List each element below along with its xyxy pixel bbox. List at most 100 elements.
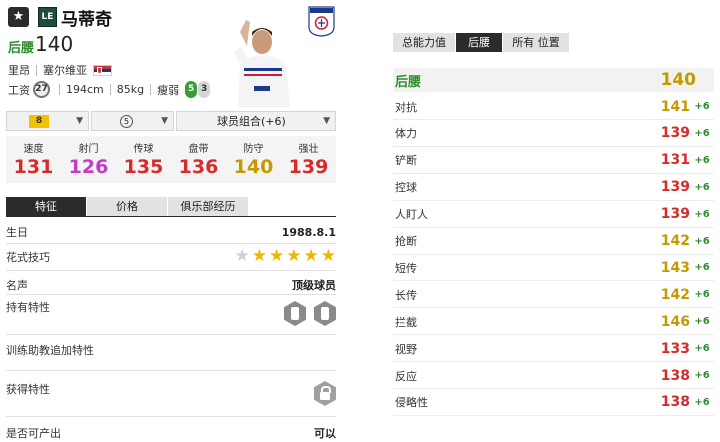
skill-moves-label: 花式技巧 (6, 250, 50, 264)
stat-name: 拦截 (395, 315, 417, 329)
stat-row: 体力 139 +6 (393, 121, 714, 147)
stat-value: 138 (660, 367, 690, 384)
trait-icon[interactable] (314, 301, 336, 326)
trait-icon[interactable] (284, 301, 306, 326)
stat-name: 体力 (395, 127, 417, 141)
star-icon: ★ (269, 246, 285, 266)
position-summary-name: 后腰 (395, 74, 422, 90)
stat-bonus: +6 (694, 343, 710, 355)
stat-value: 142 (660, 233, 690, 249)
divider (59, 84, 60, 95)
overall-rating: 140 (35, 32, 74, 56)
stat-row: 长传 142 +6 (393, 282, 714, 309)
skill-moves-row: 花式技巧 ★ ★ ★ ★ ★ ★ (6, 248, 336, 265)
main-stat: 防守 140 (226, 136, 281, 183)
producible-label: 是否可产出 (6, 427, 61, 440)
stat-value: 131 (660, 152, 690, 169)
tab-club-history[interactable]: 俱乐部经历 (168, 197, 248, 216)
star-icon: ★ (320, 246, 336, 266)
lock-icon[interactable] (314, 381, 336, 406)
main-stat-value: 136 (178, 156, 219, 178)
main-stat-value: 140 (233, 156, 274, 178)
stat-bonus: +6 (694, 154, 710, 166)
divider (6, 334, 336, 335)
main-stat-value: 135 (123, 156, 164, 178)
stat-row: 人盯人 139 +6 (393, 202, 714, 228)
main-stat: 传球 135 (116, 136, 171, 183)
divider (6, 416, 336, 417)
tab-underline (6, 216, 336, 217)
position-summary-value: 140 (660, 70, 697, 90)
enhance-level-selector[interactable]: 5 ▼ (91, 111, 174, 131)
tab-traits[interactable]: 特征 (6, 197, 86, 216)
stat-bonus: +6 (694, 316, 710, 328)
player-name: 马蒂奇 (61, 10, 112, 30)
star-icon: ★ (286, 246, 302, 266)
divider (6, 270, 336, 271)
divider (36, 64, 37, 76)
position-label: 后腰 (8, 41, 35, 56)
main-stat-label: 强壮 (298, 144, 319, 155)
main-stat: 射门 126 (61, 136, 116, 183)
stat-name: 短传 (395, 261, 417, 275)
stat-view-tabs: 总能力值 后腰 所有 位置 (393, 33, 570, 52)
grade-selector[interactable]: 8 ▼ (6, 111, 89, 131)
tab-price[interactable]: 价格 (87, 197, 167, 216)
main-stat-label: 传球 (133, 144, 154, 155)
tab-all-positions[interactable]: 所有 位置 (503, 33, 569, 52)
main-stat-label: 速度 (23, 144, 44, 155)
club-logo-icon (308, 6, 335, 37)
stat-name: 对抗 (395, 100, 417, 114)
tab-position[interactable]: 后腰 (456, 33, 502, 52)
stat-row: 侵略性 138 +6 (393, 390, 714, 416)
main-stat-label: 盘带 (188, 144, 209, 155)
traits-row: 持有特性 (6, 299, 336, 326)
physical-info-row: 工资 27 194cm 85kg 瘦弱 5 3 (8, 81, 211, 98)
star-icon: ★ (234, 246, 250, 266)
divider (6, 294, 336, 295)
player-portrait-image (230, 12, 292, 107)
stat-value: 138 (660, 394, 690, 411)
player-combo-selector[interactable]: 球员组合(+6) ▼ (176, 111, 336, 131)
producible-row: 是否可产出 可以 (6, 425, 336, 441)
stat-value: 143 (660, 259, 690, 276)
stat-bonus: +6 (694, 208, 710, 220)
birthday-row: 生日 1988.8.1 (6, 224, 336, 240)
coach-traits-label: 训练助教追加特性 (6, 344, 94, 357)
favorite-star-icon[interactable]: ★ (8, 7, 29, 27)
traits-label: 持有特性 (6, 301, 50, 314)
tab-total-ability[interactable]: 总能力值 (393, 33, 455, 52)
stat-value: 146 (660, 313, 690, 330)
wage-value: 27 (33, 81, 50, 98)
height-value: 194cm (66, 83, 104, 96)
main-stat-label: 射门 (78, 144, 99, 155)
stat-row: 反应 138 +6 (393, 363, 714, 389)
divider (109, 84, 111, 95)
divider (150, 84, 152, 95)
wage-label: 工资 (8, 83, 30, 97)
info-tabs: 特征 价格 俱乐部经历 (6, 197, 336, 216)
traits-list (284, 301, 336, 326)
stat-row: 视野 133 +6 (393, 336, 714, 363)
divider (6, 370, 336, 371)
right-foot-value: 3 (198, 81, 211, 98)
fame-label: 名声 (6, 279, 28, 292)
combo-label: 球员组合(+6) (217, 115, 286, 128)
stat-name: 长传 (395, 288, 417, 302)
body-type: 瘦弱 (157, 83, 180, 97)
star-icon: ★ (303, 246, 319, 266)
club-name: 里昂 (8, 64, 30, 77)
club-nationality-row: 里昂 塞尔维亚 (8, 62, 112, 78)
position-summary: 后腰 140 (393, 68, 714, 92)
serbia-flag-icon (93, 64, 112, 76)
coach-traits-row: 训练助教追加特性 (6, 342, 336, 358)
main-stat: 盘带 136 (171, 136, 226, 183)
main-stats-panel: 速度 131 射门 126 传球 135 盘带 136 防守 140 强壮 13… (6, 136, 336, 183)
stat-bonus: +6 (694, 370, 710, 381)
stat-value: 139 (660, 206, 690, 223)
stat-row: 短传 143 +6 (393, 255, 714, 282)
foot-badges: 5 3 (185, 81, 211, 98)
chevron-down-icon: ▼ (161, 116, 168, 126)
stat-bonus: +6 (694, 262, 710, 274)
grade-badge: 8 (29, 114, 49, 128)
